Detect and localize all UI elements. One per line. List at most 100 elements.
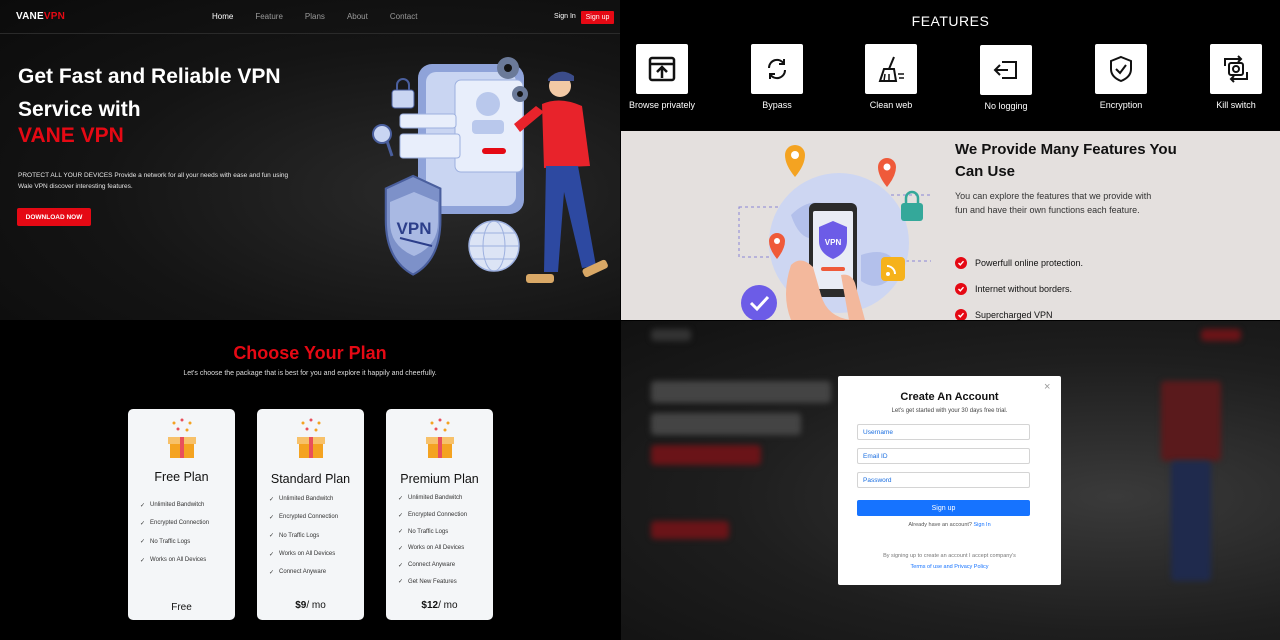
feature-label: No logging	[984, 101, 1028, 111]
feature-encryption[interactable]: Encryption	[1071, 44, 1171, 110]
plan-feature: ✓ Unlimited Bandwitch	[269, 496, 334, 503]
check-icon: ✓	[269, 551, 275, 558]
username-input[interactable]	[857, 424, 1030, 440]
modal-signup-button[interactable]: Sign up	[857, 500, 1030, 516]
plans-title: Choose Your Plan	[233, 343, 387, 363]
check-icon: ✓	[269, 533, 275, 540]
features-strip: FEATURES Browse privately Bypass Clean w…	[621, 0, 1280, 131]
plan-feature: ✓ Encrypted Connection	[398, 512, 468, 519]
plan-feature: ✓ No Traffic Logs	[140, 538, 191, 546]
feature-clean-web[interactable]: Clean web	[841, 44, 941, 110]
vpn-shield-text: VPN	[397, 219, 432, 238]
check-icon: ✓	[140, 520, 146, 527]
plan-feature: ✓ Encrypted Connection	[140, 520, 210, 527]
plans-subtitle: Let's choose the package that is best fo…	[183, 370, 437, 377]
hero-illustration: VPN	[372, 57, 608, 283]
check-icon: ✓	[269, 569, 275, 576]
nav-links: Home Feature Plans About Contact	[212, 12, 439, 21]
download-now-button[interactable]: DOWNLOAD NOW	[17, 208, 91, 226]
check-icon: ✓	[398, 529, 404, 536]
plan-name: Free Plan	[154, 470, 209, 484]
broom-icon	[878, 56, 904, 82]
signup-modal-section: × Create An Account Let's get started wi…	[621, 321, 1280, 640]
plan-name: Standard Plan	[270, 472, 351, 486]
create-account-modal: × Create An Account Let's get started wi…	[838, 376, 1061, 585]
gift-box-icon	[297, 418, 325, 458]
nav-link-plans[interactable]: Plans	[305, 12, 325, 21]
terms-link[interactable]: Terms of use and Privacy Policy	[911, 564, 989, 570]
signin-link[interactable]: Sign In	[554, 13, 576, 20]
feature-no-logging[interactable]: No logging	[956, 45, 1056, 111]
nav-link-home[interactable]: Home	[212, 12, 233, 21]
location-pin-icon	[785, 145, 805, 177]
check-icon: ✓	[140, 557, 146, 564]
plan-feature: ✓ Unlimited Bandwitch	[140, 502, 205, 509]
nav-link-about[interactable]: About	[347, 12, 368, 21]
check-icon: ✓	[398, 562, 404, 569]
logo-main: VANE	[16, 11, 44, 22]
lock-icon	[901, 203, 923, 221]
features-illustration: VPN	[738, 145, 931, 320]
nav-link-contact[interactable]: Contact	[390, 12, 418, 21]
feature-label: Encryption	[1099, 100, 1143, 110]
feature-label: Kill switch	[1216, 100, 1256, 110]
plan-feature: ✓ Get New Features	[398, 578, 457, 586]
check-icon: ✓	[140, 502, 146, 509]
plans-section: Choose Your Plan Let's choose the packag…	[0, 321, 620, 640]
feature-label: Clean web	[869, 100, 913, 110]
plan-price: Free	[171, 602, 192, 613]
check-icon	[955, 308, 967, 320]
plan-name: Premium Plan	[400, 472, 479, 486]
check-icon: ✓	[398, 495, 404, 502]
shield-check-icon	[1110, 55, 1132, 83]
plan-feature: ✓ Works on All Devices	[398, 545, 465, 552]
logo-accent: VPN	[43, 11, 66, 22]
plan-feature-list: ✓ Unlimited Bandwitch ✓ Encrypted Connecti…	[140, 496, 209, 569]
hero-description: PROTECT ALL YOUR DEVICES Provide a netwo…	[18, 172, 289, 190]
bullet-item: Powerfull online protection.	[955, 256, 1083, 269]
nav-link-feature[interactable]: Feature	[255, 12, 283, 21]
plan-card-free[interactable]: Free Plan ✓ Unlimited Bandwitch ✓ Encrypte…	[128, 409, 235, 620]
hero-section: VANEVPN Home Feature Plans About Contact…	[0, 0, 620, 320]
feature-label: Bypass	[762, 100, 792, 110]
plan-feature: ✓ No Traffic Logs	[398, 528, 449, 536]
hero-brand: VANE VPN	[18, 124, 124, 147]
feature-label: Browse privately	[628, 100, 696, 110]
check-circle-icon	[741, 285, 777, 320]
screenshot-collage: VANEVPN Home Feature Plans About Contact…	[0, 0, 1280, 640]
feature-bullets: Powerfull online protection. Internet wi…	[955, 256, 1083, 320]
check-icon: ✓	[269, 496, 275, 503]
navbar: VANEVPN Home Feature Plans About Contact…	[0, 0, 620, 34]
check-icon: ✓	[398, 512, 404, 519]
refresh-icon	[767, 58, 787, 80]
modal-subtitle: Let's get started with your 30 days free…	[891, 408, 1008, 414]
logo[interactable]: VANEVPN	[16, 11, 65, 22]
plan-feature: ✓ Unlimited Bandwitch	[398, 495, 463, 502]
feature-kill-switch[interactable]: Kill switch	[1186, 44, 1280, 110]
password-input[interactable]	[857, 472, 1030, 488]
features-section: FEATURES Browse privately Bypass Clean w…	[621, 0, 1280, 320]
email-input[interactable]	[857, 448, 1030, 464]
browser-window-icon	[648, 56, 676, 82]
plan-feature: ✓ Connect Anyware	[398, 562, 456, 569]
check-icon: ✓	[398, 579, 404, 586]
check-icon	[955, 256, 967, 269]
feature-browse-privately[interactable]: Browse privately	[621, 44, 712, 110]
magnifier-icon	[372, 124, 392, 144]
signup-button[interactable]: Sign up	[581, 11, 614, 24]
bullet-text: Powerfull online protection.	[975, 257, 1084, 268]
plan-card-premium[interactable]: Premium Plan ✓ Unlimited Bandwitch ✓ Encry…	[386, 409, 493, 620]
logout-icon	[993, 61, 1017, 79]
bullet-text: Internet without borders.	[975, 283, 1073, 294]
bullet-item: Supercharged VPN	[955, 308, 1083, 320]
modal-signin-link[interactable]: Sign In	[974, 522, 991, 528]
feature-bypass[interactable]: Bypass	[727, 44, 827, 110]
plan-price: $12/ mo	[421, 600, 458, 611]
plan-feature: ✓ Works on All Devices	[269, 551, 336, 558]
plan-feature: ✓ Works on All Devices	[140, 557, 207, 564]
many-features-title: We Provide Many Features You Can Use	[955, 141, 1177, 180]
modal-title: Create An Account	[900, 391, 999, 403]
bullet-item: Internet without borders.	[955, 282, 1083, 295]
plan-price: $9/ mo	[295, 600, 326, 611]
plan-card-standard[interactable]: Standard Plan ✓ Unlimited Bandwitch ✓ Encr…	[257, 409, 364, 620]
